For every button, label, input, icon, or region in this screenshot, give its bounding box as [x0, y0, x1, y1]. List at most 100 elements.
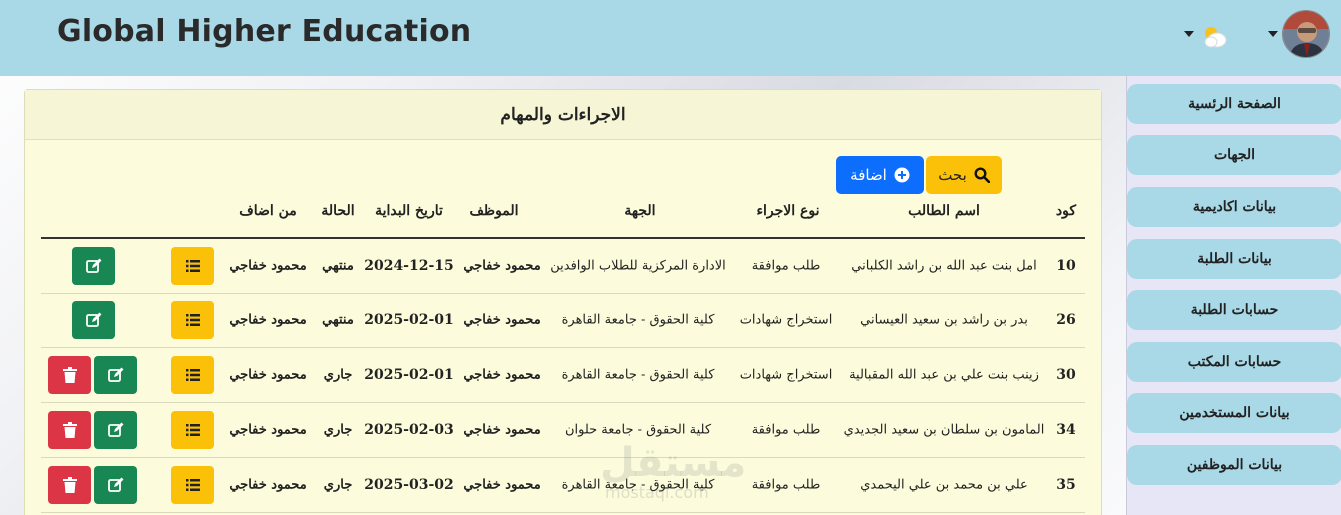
plus-circle-icon	[894, 167, 910, 183]
cell-added-by: محمود خفاجي	[229, 258, 307, 274]
sidebar-item-home[interactable]: الصفحة الرئسية	[1127, 84, 1341, 124]
list-icon	[185, 479, 200, 491]
row-divider	[41, 457, 1085, 458]
sidebar-item-entities[interactable]: الجهات	[1127, 135, 1341, 175]
weather-icon[interactable]	[1200, 22, 1228, 50]
add-button[interactable]: اضافة	[836, 156, 924, 194]
column-header-start-date: تاريخ البداية	[375, 203, 443, 219]
search-button[interactable]: بحث	[926, 156, 1002, 194]
watermark-logo: مستقل	[600, 440, 747, 486]
list-icon	[185, 424, 200, 436]
cell-type: طلب موافقة	[751, 258, 821, 274]
cell-added-by: محمود خفاجي	[229, 477, 307, 493]
cell-added-by: محمود خفاجي	[229, 367, 307, 383]
add-button-label: اضافة	[850, 166, 887, 184]
cell-employee: محمود خفاجي	[463, 367, 541, 383]
cell-type: استخراج شهادات	[739, 367, 833, 383]
app-title: Global Higher Education	[57, 14, 472, 49]
cell-student: زينب بنت علي بن عبد الله المقبالية	[849, 367, 1039, 383]
row-divider	[41, 402, 1085, 403]
delete-button[interactable]	[48, 356, 91, 394]
edit-button[interactable]	[94, 466, 137, 504]
sidebar: الصفحة الرئسية الجهات بيانات اكاديمية بي…	[1126, 76, 1341, 515]
sidebar-item-label: بيانات الموظفين	[1186, 457, 1283, 473]
avatar[interactable]	[1282, 10, 1330, 58]
cell-type: طلب موافقة	[751, 422, 821, 438]
sidebar-item-student-accounts[interactable]: حسابات الطلبة	[1127, 290, 1341, 330]
sidebar-item-label: بيانات المستخدمين	[1179, 405, 1290, 421]
list-icon	[185, 260, 200, 272]
watermark-url: mostaql.com	[605, 483, 709, 502]
cell-student: بدر بن راشد بن سعيد العيساني	[860, 312, 1028, 328]
top-bar: Global Higher Education	[0, 0, 1341, 76]
sidebar-item-label: بيانات الطلبة	[1197, 251, 1272, 267]
details-button[interactable]	[171, 411, 214, 449]
edit-icon	[85, 312, 101, 327]
sidebar-item-label: حسابات المكتب	[1187, 354, 1282, 370]
search-icon	[974, 167, 990, 183]
cell-employee: محمود خفاجي	[463, 422, 541, 438]
sidebar-item-employees-data[interactable]: بيانات الموظفين	[1127, 445, 1341, 485]
delete-button[interactable]	[48, 466, 91, 504]
cell-student: امل بنت عبد الله بن راشد الكلباني	[851, 258, 1037, 274]
cell-employee: محمود خفاجي	[463, 258, 541, 274]
cell-student: المامون بن سلطان بن سعيد الجديدي	[843, 422, 1045, 438]
cell-code: 35	[1056, 477, 1076, 493]
cell-student: علي بن محمد بن علي اليحمدي	[860, 477, 1028, 493]
user-menu-caret[interactable]	[1268, 31, 1278, 37]
column-header-type: نوع الاجراء	[756, 203, 820, 219]
details-button[interactable]	[171, 466, 214, 504]
list-icon	[185, 314, 200, 326]
cell-status: جاري	[323, 422, 353, 438]
delete-button[interactable]	[48, 411, 91, 449]
edit-icon	[107, 422, 123, 437]
sidebar-item-academic-data[interactable]: بيانات اكاديمية	[1127, 187, 1341, 227]
cell-start-date: 2025-02-01	[364, 367, 454, 383]
cell-added-by: محمود خفاجي	[229, 422, 307, 438]
weather-menu-caret[interactable]	[1184, 31, 1194, 37]
trash-icon	[62, 422, 77, 438]
column-header-student: اسم الطالب	[908, 203, 980, 219]
cell-status: جاري	[323, 367, 353, 383]
edit-icon	[107, 367, 123, 382]
sidebar-item-label: حسابات الطلبة	[1190, 302, 1279, 318]
edit-button[interactable]	[72, 247, 115, 285]
cell-type: استخراج شهادات	[739, 312, 833, 328]
cell-code: 30	[1056, 367, 1076, 383]
edit-button[interactable]	[94, 411, 137, 449]
card-title: الاجراءات والمهام	[25, 90, 1101, 140]
sidebar-item-office-accounts[interactable]: حسابات المكتب	[1127, 342, 1341, 382]
cell-status: جاري	[323, 477, 353, 493]
cell-status: منتهي	[322, 312, 354, 328]
cell-employee: محمود خفاجي	[463, 312, 541, 328]
column-header-entity: الجهة	[624, 203, 656, 219]
sidebar-item-student-data[interactable]: بيانات الطلبة	[1127, 239, 1341, 279]
cell-start-date: 2025-03-02	[364, 477, 454, 493]
row-divider	[41, 347, 1085, 348]
edit-button[interactable]	[72, 301, 115, 339]
cell-code: 34	[1056, 422, 1076, 438]
column-header-employee: الموظف	[469, 203, 519, 219]
details-button[interactable]	[171, 356, 214, 394]
cell-entity: كلية الحقوق - جامعة القاهرة	[561, 312, 715, 328]
cell-code: 10	[1056, 258, 1076, 274]
cell-start-date: 2025-02-01	[364, 312, 454, 328]
cell-entity: الادارة المركزية للطلاب الوافدين	[550, 258, 726, 274]
table-header-divider	[41, 237, 1085, 239]
details-button[interactable]	[171, 247, 214, 285]
column-header-added-by: من اضاف	[239, 203, 297, 219]
list-icon	[185, 369, 200, 381]
column-header-status: الحالة	[321, 203, 355, 219]
cell-entity: كلية الحقوق - جامعة القاهرة	[561, 367, 715, 383]
edit-icon	[107, 477, 123, 492]
sidebar-item-users-data[interactable]: بيانات المستخدمين	[1127, 393, 1341, 433]
cell-status: منتهي	[322, 258, 354, 274]
column-header-code: كود	[1055, 203, 1077, 219]
cell-entity: كلية الحقوق - جامعة حلوان	[564, 422, 712, 438]
search-button-label: بحث	[938, 166, 967, 184]
edit-button[interactable]	[94, 356, 137, 394]
cell-employee: محمود خفاجي	[463, 477, 541, 493]
user-photo-icon	[1283, 11, 1329, 57]
details-button[interactable]	[171, 301, 214, 339]
sidebar-item-label: بيانات اكاديمية	[1192, 199, 1277, 215]
